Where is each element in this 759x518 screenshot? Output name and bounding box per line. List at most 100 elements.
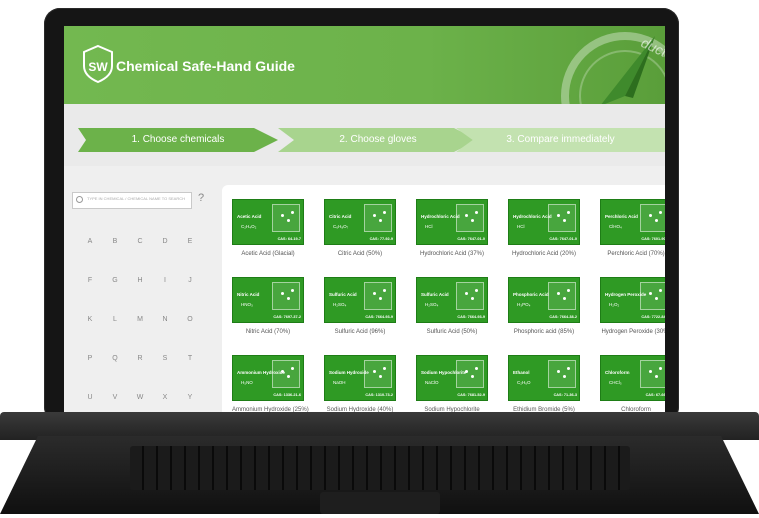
tile-formula: CHCl₃ [609, 380, 622, 385]
chemical-tile[interactable]: Chloroform CHCl₃ CAS: 67-66-3 [600, 355, 665, 401]
chemical-tile[interactable]: Perchloric Acid ClHO₄ CAS: 7601-90-3 [600, 199, 665, 245]
logo-text: SW [88, 60, 108, 74]
chemical-tile[interactable]: Ethanol C₂H₆O CAS: 71-36-3 [508, 355, 580, 401]
alphabet-letter-u[interactable]: U [78, 394, 102, 401]
alphabet-letter-p[interactable]: P [78, 355, 102, 362]
chemical-label[interactable]: Hydrochloric Acid (20%) [508, 251, 580, 257]
alphabet-letter-i[interactable]: I [153, 277, 177, 284]
chemical-tile[interactable]: Hydrochloric Acid HCl CAS: 7647-01-0 [416, 199, 488, 245]
chemical-tile[interactable]: Phosphoric Acid H₃PO₄ CAS: 7664-38-2 [508, 277, 580, 323]
chemical-tile[interactable]: Sodium Hydroxide NaOH CAS: 1310-73-2 [324, 355, 396, 401]
molecule-icon [640, 282, 665, 310]
molecule-icon [548, 204, 576, 232]
header-banner: SW Chemical Safe-Hand Guide ducts [64, 26, 665, 106]
chemical-card[interactable]: Hydrogen PeroxideH₂O₂CAS: 7722-84-1 Hydro… [600, 277, 665, 335]
tile-formula: HCl [425, 224, 433, 229]
alphabet-letter-y[interactable]: Y [178, 394, 202, 401]
alphabet-letter-x[interactable]: X [153, 394, 177, 401]
search-placeholder: TYPE IN CHEMICAL / CHEMICAL NAME TO SEAR… [87, 196, 186, 201]
alphabet-letter-r[interactable]: R [128, 355, 152, 362]
molecule-icon [364, 360, 392, 388]
alphabet-letter-j[interactable]: J [178, 277, 202, 284]
tile-name: Sulfuric Acid [329, 292, 357, 297]
alphabet-letter-h[interactable]: H [128, 277, 152, 284]
alphabet-letter-f[interactable]: F [78, 277, 102, 284]
alphabet-letter-k[interactable]: K [78, 316, 102, 323]
chemical-grid: Acetic Acid C₂H₄O₂ CAS: 64-19-7 Acetic Acid… [222, 185, 665, 412]
search-input[interactable]: TYPE IN CHEMICAL / CHEMICAL NAME TO SEAR… [72, 192, 192, 209]
chemical-label[interactable]: Phosphoric acid (85%) [508, 329, 580, 335]
chemical-card[interactable]: Phosphoric Acid H₃PO₄ CAS: 7664-38-2 Phosph… [508, 277, 580, 335]
alphabet-letter-w[interactable]: W [128, 394, 152, 401]
molecule-icon [456, 360, 484, 388]
alphabet-letter-s[interactable]: S [153, 355, 177, 362]
alphabet-letter-a[interactable]: A [78, 238, 102, 245]
help-icon[interactable]: ? [198, 192, 204, 204]
chemical-tile[interactable]: Nitric Acid HNO₃ CAS: 7697-37-2 [232, 277, 304, 323]
chemical-label[interactable]: Perchloric Acid (70%) [600, 251, 665, 257]
alphabet-letter-m[interactable]: M [128, 316, 152, 323]
chemical-card[interactable]: Hydrochloric Acid HCl CAS: 7647-01-0 Hydroc… [508, 199, 580, 257]
tile-formula: C₂H₄O₂ [241, 224, 257, 229]
chemical-tile[interactable]: Citric Acid C₆H₈O₇ CAS: 77-92-9 [324, 199, 396, 245]
chemical-card[interactable]: Citric Acid C₆H₈O₇ CAS: 77-92-9 Citric Acid… [324, 199, 396, 257]
alphabet-letter-l[interactable]: L [103, 316, 127, 323]
molecule-icon [548, 282, 576, 310]
screen: SW Chemical Safe-Hand Guide ducts 1. Cho… [64, 26, 665, 412]
tile-formula: HCl [517, 224, 525, 229]
tile-formula: NaOH [333, 380, 346, 385]
tile-cas: CAS: 77-92-9 [369, 237, 393, 241]
tile-cas: CAS: 71-36-3 [553, 393, 577, 397]
app-title: Chemical Safe-Hand Guide [116, 58, 295, 74]
alphabet-letter-g[interactable]: G [103, 277, 127, 284]
tile-cas: CAS: 7664-93-9 [365, 315, 393, 319]
chemical-tile[interactable]: Acetic Acid C₂H₄O₂ CAS: 64-19-7 [232, 199, 304, 245]
tile-name: Hydrochloric Acid [513, 214, 552, 219]
chemical-label[interactable]: Hydrochloric Acid (37%) [416, 251, 488, 257]
chemical-tile[interactable]: Sodium Hypochlorite NaClO CAS: 7681-52-9 [416, 355, 488, 401]
chemical-tile[interactable]: Hydrochloric Acid HCl CAS: 7647-01-0 [508, 199, 580, 245]
alphabet-letter-v[interactable]: V [103, 394, 127, 401]
chemical-card[interactable]: Hydrochloric Acid HCl CAS: 7647-01-0 Hydroc… [416, 199, 488, 257]
step-compare[interactable]: 3. Compare immediately [456, 128, 665, 152]
chemical-card[interactable]: Ethanol C₂H₆O CAS: 71-36-3 Ethidium Bromide… [508, 355, 580, 412]
chemical-tile[interactable]: Hydrogen PeroxideH₂O₂CAS: 7722-84-1 [600, 277, 665, 323]
alphabet-letter-t[interactable]: T [178, 355, 202, 362]
chemical-label[interactable]: Citric Acid (50%) [324, 251, 396, 257]
chemical-card[interactable]: Sodium Hydroxide NaOH CAS: 1310-73-2 Sodium… [324, 355, 396, 412]
alphabet-letter-d[interactable]: D [153, 238, 177, 245]
chemical-label[interactable]: Nitric Acid (70%) [232, 329, 304, 335]
tile-formula: H₂O₂ [609, 302, 620, 307]
molecule-icon [272, 360, 300, 388]
chemical-card[interactable]: Sulfuric Acid H₂SO₄ CAS: 7664-93-9 Sulfuric… [416, 277, 488, 335]
chemical-card[interactable]: Sulfuric Acid H₂SO₄ CAS: 7664-93-9 Sulfuric… [324, 277, 396, 335]
tile-name: Sulfuric Acid [421, 292, 449, 297]
alphabet-letter-c[interactable]: C [128, 238, 152, 245]
logo-shield-icon: SW [83, 44, 113, 84]
chemical-label[interactable]: Sulfuric Acid (96%) [324, 329, 396, 335]
chemical-label[interactable]: Sulfuric Acid (50%) [416, 329, 488, 335]
alphabet-letter-o[interactable]: O [178, 316, 202, 323]
step-choose-chemicals[interactable]: 1. Choose chemicals [78, 128, 278, 152]
alphabet-letter-q[interactable]: Q [103, 355, 127, 362]
alphabet-letter-b[interactable]: B [103, 238, 127, 245]
tile-cas: CAS: 1336-21-6 [273, 393, 301, 397]
chemical-card[interactable]: Perchloric AcidClHO₄CAS: 7601-90-3 Perchl… [600, 199, 665, 257]
chemical-card[interactable]: Chloroform CHCl₃ CAS: 67-66-3Chloroform [600, 355, 665, 412]
chemical-tile[interactable]: Ammonium Hydroxide H₅NO CAS: 1336-21-6 [232, 355, 304, 401]
tile-formula: ClHO₄ [609, 224, 622, 229]
chemical-label[interactable]: Acetic Acid (Glacial) [232, 251, 304, 257]
laptop-hinge [0, 412, 759, 440]
chemical-tile[interactable]: Sulfuric Acid H₂SO₄ CAS: 7664-93-9 [416, 277, 488, 323]
chemical-card[interactable]: Nitric Acid HNO₃ CAS: 7697-37-2 Nitric Acid… [232, 277, 304, 335]
chemical-card[interactable]: Ammonium Hydroxide H₅NO CAS: 1336-21-6 Ammo… [232, 355, 309, 412]
chemical-card[interactable]: Acetic Acid C₂H₄O₂ CAS: 64-19-7 Acetic Acid… [232, 199, 304, 257]
chemical-card[interactable]: Sodium Hypochlorite NaClO CAS: 7681-52-9 So… [416, 355, 488, 412]
chemical-tile[interactable]: Sulfuric Acid H₂SO₄ CAS: 7664-93-9 [324, 277, 396, 323]
molecule-icon [640, 360, 665, 388]
alphabet-letter-e[interactable]: E [178, 238, 202, 245]
chemical-label[interactable]: Hydrogen Peroxide (30%) [600, 329, 665, 335]
alphabet-letter-n[interactable]: N [153, 316, 177, 323]
step-choose-gloves[interactable]: 2. Choose gloves [278, 128, 478, 152]
tile-cas: CAS: 64-19-7 [277, 237, 301, 241]
